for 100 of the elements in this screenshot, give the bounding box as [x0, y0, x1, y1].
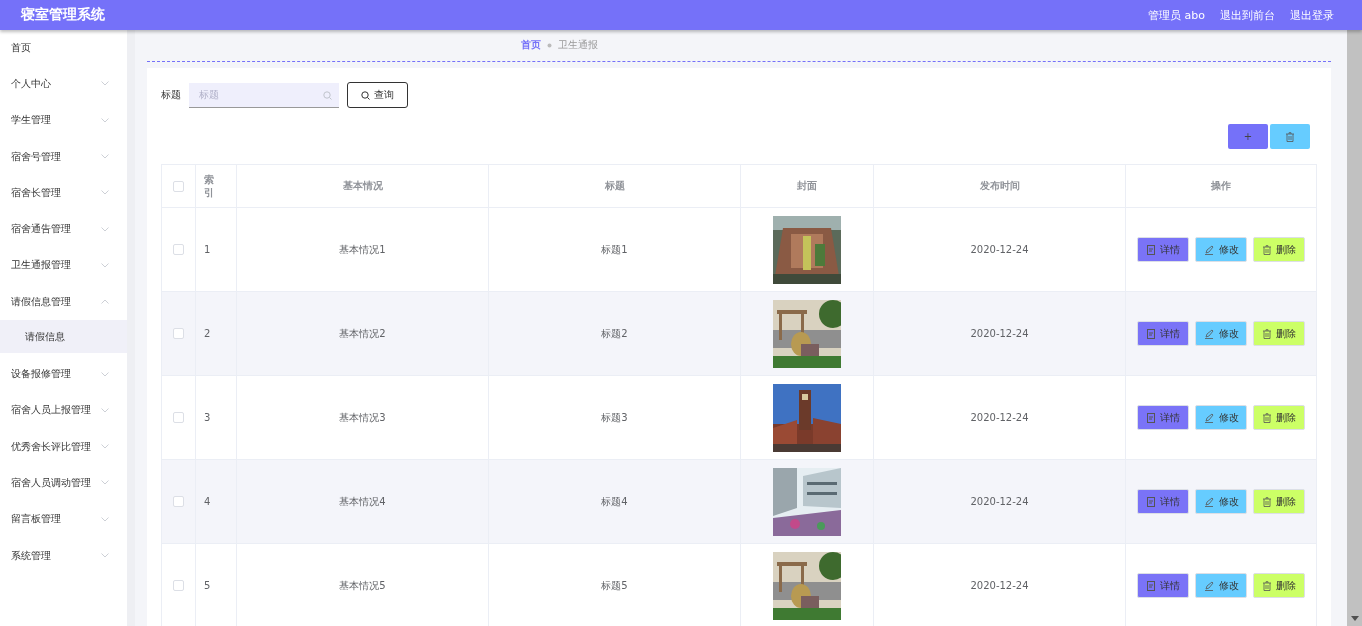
document-icon [1146, 244, 1155, 255]
column-header: 发布时间 [979, 180, 1020, 191]
sidebar-item[interactable]: 留言板管理 [0, 500, 127, 538]
sidebar-item[interactable]: 宿舍人员调动管理 [0, 464, 127, 502]
document-icon [1146, 412, 1155, 423]
trash-icon [1286, 131, 1294, 142]
sidebar-item[interactable]: 优秀舍长评比管理 [0, 427, 127, 466]
table-cell: 2020-12-24 [970, 328, 1029, 339]
delete-button[interactable]: 删除 [1253, 573, 1305, 598]
table-cell: 2020-12-24 [970, 496, 1029, 507]
header-link[interactable]: 退出到前台 [1220, 7, 1275, 23]
chevron-down-icon [101, 190, 109, 196]
column-header: 索引 [204, 173, 215, 199]
column-header: 标题 [604, 180, 625, 191]
header-link[interactable]: 退出登录 [1290, 7, 1334, 23]
table-cell-text: 3 [204, 411, 212, 424]
table-cell: 2020-12-24 [970, 244, 1029, 255]
edit-button[interactable]: 修改 [1195, 405, 1247, 430]
pen-icon [1203, 496, 1214, 507]
chevron-down-icon [101, 117, 109, 123]
delete-button[interactable]: 删除 [1253, 237, 1305, 262]
sidebar-item[interactable]: 学生管理 [0, 101, 127, 139]
pen-icon [1203, 580, 1214, 591]
column-header: 封面 [797, 180, 817, 191]
document-icon [1146, 580, 1155, 591]
chevron-down-icon [101, 371, 109, 377]
sidebar-item[interactable]: 系统管理 [0, 536, 127, 575]
details-button[interactable]: 详情 [1137, 237, 1189, 262]
trash-icon [1262, 496, 1271, 507]
chevron-up-icon [101, 299, 109, 305]
sidebar-item[interactable]: 卫生通报管理 [0, 246, 127, 285]
field-label: 标题 [161, 88, 181, 102]
table-cell: 标题5 [601, 579, 628, 591]
chevron-down-icon [101, 444, 109, 450]
trash-icon [1262, 412, 1271, 423]
checkbox[interactable] [173, 180, 184, 192]
details-button[interactable]: 详情 [1137, 321, 1189, 346]
table-cell: 标题1 [601, 243, 628, 255]
sidebar-subitem[interactable]: 请假信息 [0, 320, 127, 354]
search-icon [361, 90, 370, 100]
table-cell-text: 5 [204, 579, 212, 592]
breadcrumb-item[interactable]: 首页 [520, 39, 541, 52]
sidebar-item[interactable]: 宿舍号管理 [0, 137, 127, 176]
trash-icon [1262, 244, 1271, 255]
table-cell: 基本情况5 [339, 579, 386, 591]
checkbox[interactable] [173, 244, 184, 256]
table-cell-text: 4 [204, 495, 212, 508]
edit-button[interactable]: 修改 [1195, 489, 1247, 514]
sidebar-item[interactable]: 宿舍通告管理 [0, 210, 127, 248]
sidebar-item[interactable]: 设备报修管理 [0, 355, 127, 393]
chevron-down-icon [101, 553, 109, 558]
checkbox[interactable] [173, 580, 184, 592]
table-cell: 标题4 [601, 495, 628, 507]
trash-icon [1262, 328, 1271, 339]
details-button[interactable]: 详情 [1137, 405, 1189, 430]
sidebar-item[interactable]: 个人中心 [0, 65, 127, 103]
checkbox[interactable] [173, 328, 184, 340]
document-icon [1146, 328, 1155, 339]
chevron-down-icon [101, 81, 109, 87]
checkbox[interactable] [173, 412, 184, 424]
sidebar-item[interactable]: 首页 [0, 29, 127, 67]
search-icon [323, 90, 332, 100]
chevron-down-icon [101, 154, 109, 160]
chevron-down-icon [101, 516, 109, 522]
user-label: 管理员 abo [1148, 7, 1205, 23]
chevron-down-icon [101, 226, 109, 232]
breadcrumb-item: 卫生通报 [557, 39, 598, 52]
column-header: 基本情况 [342, 180, 383, 191]
column-header: 操作 [1211, 180, 1231, 191]
scroll-down-icon[interactable] [1350, 616, 1359, 622]
table-cell: 标题2 [601, 327, 628, 339]
delete-button[interactable]: 删除 [1253, 489, 1305, 514]
chevron-down-icon [101, 262, 109, 268]
sidebar-item[interactable]: 宿舍长管理 [0, 174, 127, 212]
edit-button[interactable]: 修改 [1195, 237, 1247, 262]
table-cell: 基本情况3 [339, 411, 386, 423]
sidebar-item[interactable]: 宿舍人员上报管理 [0, 391, 127, 429]
delete-button[interactable]: 删除 [1253, 405, 1305, 430]
sidebar-item[interactable]: 请假信息管理 [0, 283, 127, 321]
document-icon [1146, 496, 1155, 507]
table-cell: 标题3 [601, 411, 628, 423]
table-cell: 基本情况4 [339, 495, 386, 507]
table-cell-text: 2 [204, 327, 212, 340]
edit-button[interactable]: 修改 [1195, 573, 1247, 598]
pen-icon [1203, 244, 1214, 255]
table-cell-text: 1 [204, 243, 212, 256]
pen-icon [1203, 412, 1214, 423]
separator-icon [546, 43, 552, 48]
delete-button[interactable]: 删除 [1253, 321, 1305, 346]
scrollbar[interactable] [1347, 30, 1362, 626]
chevron-down-icon [101, 480, 109, 486]
checkbox[interactable] [173, 496, 184, 508]
table-cell: 基本情况2 [339, 327, 386, 339]
chevron-down-icon [101, 407, 109, 413]
details-button[interactable]: 详情 [1137, 489, 1189, 514]
table-cell: 基本情况1 [339, 243, 386, 255]
query-button[interactable]: 查询 [347, 82, 408, 108]
edit-button[interactable]: 修改 [1195, 321, 1247, 346]
details-button[interactable]: 详情 [1137, 573, 1189, 598]
delete-button[interactable] [1270, 124, 1310, 149]
